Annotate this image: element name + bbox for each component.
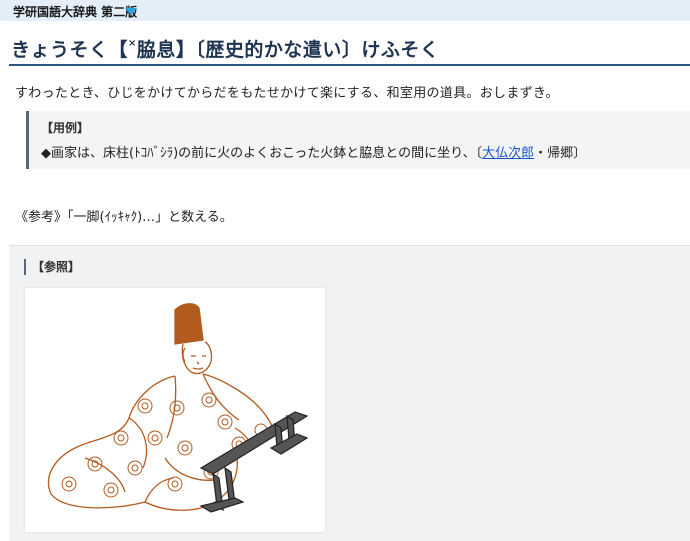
reference-figure[interactable]: [25, 288, 325, 532]
example-sentence: ◆画家は、床柱(ﾄｺﾊﾞｼﾗ)の前に火のよくおこった火鉢と脇息との間に坐り、〔: [41, 146, 483, 161]
kyosoku-illustration: [47, 303, 309, 513]
dictionary-header: 学研国語大辞典 第二版: [0, 0, 690, 21]
example-box: 【用例】 ◆画家は、床柱(ﾄｺﾊﾞｼﾗ)の前に火のよくおこった火鉢と脇息との間に…: [26, 111, 690, 169]
headword-divider: [9, 64, 690, 66]
example-text: ◆画家は、床柱(ﾄｺﾊﾞｼﾗ)の前に火のよくおこった火鉢と脇息との間に坐り、〔大…: [41, 142, 586, 161]
entry-definition: すわったとき、ひじをかけてからだをもたせかけて楽にする、和室用の道具。おしまずき…: [15, 86, 559, 101]
headword-reading: きょうそく【: [11, 39, 129, 61]
reference-title: 【参照】: [24, 259, 80, 275]
chevron-down-icon[interactable]: [125, 8, 137, 15]
author-link[interactable]: 大仏次郎: [482, 146, 534, 161]
dictionary-name[interactable]: 学研国語大辞典 第二版: [13, 3, 137, 20]
usage-note: 《参考》「一脚(ｲｯｷｬｸ)…」と数える。: [15, 210, 233, 225]
headword-mark: ×: [128, 37, 137, 49]
example-source: ・帰郷〕: [534, 146, 587, 161]
entry-headword: きょうそく【×脇息】〔歴史的かな遣い〕けふそく: [11, 35, 439, 62]
reference-panel: 【参照】: [9, 245, 690, 541]
headword-kanji: 脇息】〔歴史的かな遣い〕けふそく: [136, 39, 440, 61]
example-title: 【用例】: [41, 121, 90, 135]
